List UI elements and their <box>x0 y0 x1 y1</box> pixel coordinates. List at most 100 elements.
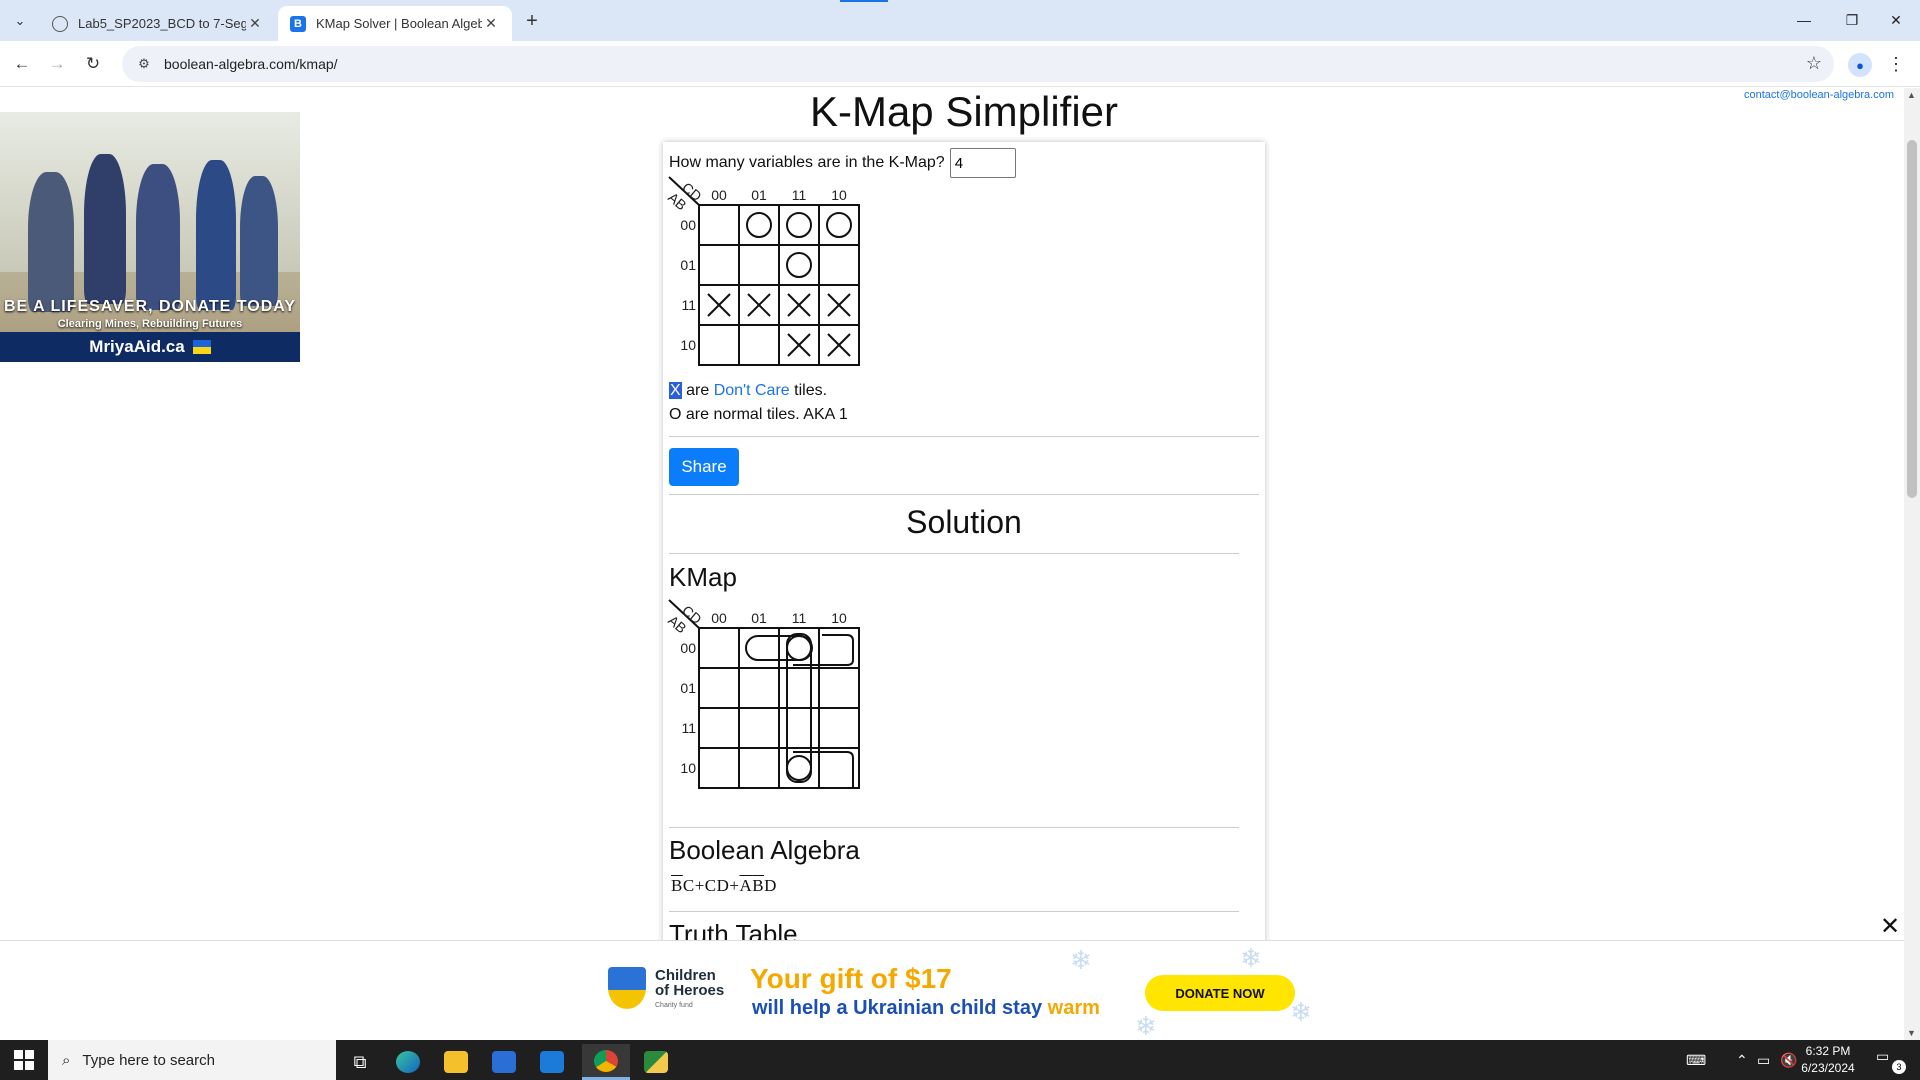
kmap-cell <box>698 667 740 709</box>
tab-bar: ⌄ Lab5_SP2023_BCD to 7-Segme ✕ B KMap So… <box>0 0 1920 41</box>
ad-brand-small: Charity fund <box>655 1002 693 1009</box>
ad-brand: Children of Heroes Charity fund <box>655 968 724 1013</box>
taskbar-search-placeholder: Type here to search <box>82 1051 215 1069</box>
tab-kmap-solver[interactable]: B KMap Solver | Boolean Algebra ✕ <box>278 6 512 41</box>
notification-center-icon[interactable]: ▭ 3 <box>1876 1048 1906 1074</box>
kmap-col-label: 11 <box>792 187 807 203</box>
address-bar[interactable]: ⚙ boolean-algebra.com/kmap/ ☆ <box>122 46 1834 82</box>
legend-x-symbol: X <box>669 382 682 399</box>
kmap-cell <box>738 204 780 246</box>
chrome-icon[interactable] <box>582 1044 630 1080</box>
expr-term3-d: D <box>764 876 777 895</box>
ad-banner-bottom[interactable]: ❄ ❄ ❄ ❄ Children of Heroes Charity fund … <box>0 940 1904 1040</box>
ad-site: MriyaAid.ca <box>89 337 185 356</box>
microsoft-store-icon[interactable] <box>480 1044 528 1080</box>
page-scrollbar[interactable]: ▲ ▼ <box>1904 88 1920 1040</box>
kebab-menu-icon[interactable]: ⋮ <box>1886 52 1906 76</box>
taskbar-time: 6:32 PM <box>1805 1044 1851 1058</box>
edge-browser-icon[interactable] <box>384 1044 432 1080</box>
kmap-cell <box>738 324 780 366</box>
ad-photo-person <box>136 164 180 310</box>
kmap-cell <box>698 244 740 286</box>
dont-care-link[interactable]: Don't Care <box>714 382 790 399</box>
quartus-app-icon[interactable] <box>632 1044 680 1080</box>
kmap-cell <box>738 747 780 789</box>
kmap-cell <box>738 667 780 709</box>
kmap-cell <box>738 244 780 286</box>
browser-toolbar: ← → ↻ ⚙ boolean-algebra.com/kmap/ ☆ ● ⋮ <box>0 41 1920 87</box>
divider <box>669 494 1259 495</box>
scroll-up-arrow-icon[interactable]: ▲ <box>1907 90 1916 100</box>
taskbar-search[interactable]: ⌕ Type here to search <box>48 1040 336 1080</box>
restore-icon[interactable]: ❐ <box>1832 8 1872 32</box>
ad-photo-person <box>84 154 126 304</box>
tab-title: Lab5_SP2023_BCD to 7-Segme <box>78 16 246 31</box>
scrollbar-thumb[interactable] <box>1907 140 1917 498</box>
kmap-row-label: 01 <box>680 680 696 696</box>
ad-gift-subline-text: will help a Ukrainian child stay <box>752 997 1043 1019</box>
kmap-cell <box>698 747 740 789</box>
ad-close-icon[interactable]: ✕ <box>1876 912 1904 940</box>
kmap-col-label: 10 <box>831 187 847 203</box>
kmap-row-label: 00 <box>680 217 696 233</box>
reload-icon[interactable]: ↻ <box>81 52 105 76</box>
tab-search-chevron-icon[interactable]: ⌄ <box>8 9 32 33</box>
expr-term3-bbar: B <box>752 876 765 895</box>
divider <box>669 553 1239 554</box>
taskbar-clock[interactable]: 6:32 PM 6/23/2024 <box>1790 1043 1866 1077</box>
kmap-cell <box>778 244 820 286</box>
mail-icon[interactable] <box>528 1044 576 1080</box>
kmap-col-label: 00 <box>711 187 727 203</box>
forward-arrow-icon[interactable]: → <box>45 52 69 76</box>
tab-close-icon[interactable]: ✕ <box>482 15 500 32</box>
show-hidden-icons-chevron-icon[interactable]: ⌃ <box>1736 1040 1748 1080</box>
kmap-card: How many variables are in the K-Map? CDA… <box>663 142 1265 940</box>
children-of-heroes-logo-icon <box>608 967 646 1009</box>
tab-close-icon[interactable]: ✕ <box>246 15 264 32</box>
keyboard-layout-icon[interactable]: ⌨ <box>1686 1040 1706 1080</box>
kmap-heading: KMap <box>669 562 737 592</box>
divider <box>669 827 1239 828</box>
network-icon[interactable]: ▭ <box>1757 1040 1770 1080</box>
profile-avatar-icon[interactable]: ● <box>1848 53 1872 77</box>
solution-title: Solution <box>906 504 1022 540</box>
site-settings-icon[interactable]: ⚙ <box>134 56 154 72</box>
windows-taskbar: ⌕ Type here to search ⧉ ⌨ ⌃ ▭ 🔇 6:32 PM … <box>0 1040 1920 1080</box>
boolean-expression: BC+CD+ABD <box>671 876 777 896</box>
new-tab-plus-icon[interactable]: + <box>520 9 544 33</box>
kmap-row-label: 10 <box>680 760 696 776</box>
share-button[interactable]: Share <box>669 448 739 486</box>
task-view-icon[interactable]: ⧉ <box>336 1044 384 1080</box>
tab-lab5[interactable]: Lab5_SP2023_BCD to 7-Segme ✕ <box>40 6 276 41</box>
kmap-cell <box>778 707 820 749</box>
notification-count-badge: 3 <box>1892 1060 1906 1074</box>
start-button[interactable] <box>0 1040 48 1080</box>
kmap-row-label: 01 <box>680 257 696 273</box>
kmap-col-label: 10 <box>831 610 847 626</box>
ad-banner-left[interactable]: BE A LIFESAVER, DONATE TODAY Clearing Mi… <box>0 112 300 362</box>
boolean-algebra-favicon-icon: B <box>290 15 306 32</box>
file-explorer-icon[interactable] <box>432 1044 480 1080</box>
ad-photo-person <box>28 172 74 312</box>
back-arrow-icon[interactable]: ← <box>10 52 34 76</box>
snowflake-icon: ❄ <box>1290 997 1312 1027</box>
window-close-icon[interactable]: ✕ <box>1876 8 1916 32</box>
bookmark-star-icon[interactable]: ☆ <box>1806 53 1822 74</box>
minimize-icon[interactable]: — <box>1784 8 1824 32</box>
kmap-col-label: 11 <box>792 610 807 626</box>
ad-brand-line2: of Heroes <box>655 982 725 999</box>
scroll-down-arrow-icon[interactable]: ▼ <box>1907 1028 1916 1038</box>
tab-title: KMap Solver | Boolean Algebra <box>316 16 482 31</box>
kmap-cell <box>778 667 820 709</box>
divider <box>669 436 1259 437</box>
variable-count-input[interactable] <box>949 148 1016 178</box>
variable-count-label: How many variables are in the K-Map? <box>669 154 945 171</box>
page-viewport: contact@boolean-algebra.com K-Map Simpli… <box>0 88 1904 940</box>
kmap-cell <box>818 707 860 749</box>
kmap-row-label: 11 <box>681 297 696 313</box>
ad-headline: BE A LIFESAVER, DONATE TODAY <box>3 298 297 315</box>
taskbar-date: 6/23/2024 <box>1801 1061 1855 1075</box>
donate-now-button[interactable]: DONATE NOW <box>1145 975 1295 1011</box>
ad-gift-subline: will help a Ukrainian child stay warm <box>752 997 1100 1020</box>
url-text[interactable]: boolean-algebra.com/kmap/ <box>164 56 338 72</box>
